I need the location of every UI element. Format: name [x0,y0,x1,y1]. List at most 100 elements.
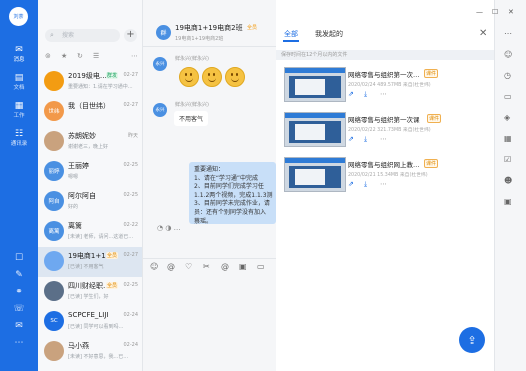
conversation-preview: [未读] 老师，请问...这道已… [68,234,134,240]
chat-icon: ✉ [15,45,23,55]
conversation-name: 王丽婷 [68,162,89,170]
file-thumbnail[interactable] [284,112,346,147]
download-icon[interactable]: ⤓ [364,90,367,99]
phone-icon[interactable]: ☏ [13,303,25,315]
sender-avatar[interactable]: 永兴 [153,57,167,71]
conversation-preview: 重要通知：1.请在学习通中... [68,84,133,90]
conversation-item[interactable]: 四川财经职… 全员 02-25 [已读] 学生们，好 [38,277,142,307]
conversation-item[interactable]: 离篱 离篱 02-22 [未读] 老师，请问...这道已… [38,217,142,247]
conversation-time: 昨天 [127,133,138,139]
conversation-list-panel: ⌕ 搜索 + ⊚ ★ ↻ ☰ ⋯ 2019级电… 群发 02-27 重要通知：1.请在… [38,0,143,371]
tab-mine[interactable]: 我发起的 [315,29,343,39]
conversation-preview: 好的 [68,204,79,210]
avatar: 阿自 [44,191,64,211]
announcement-icon[interactable]: ◈ [504,113,510,122]
file-item[interactable]: 网络零售与组织网上教… 课件 2020/02/21 15.34MB 来自(杜世纬) ⇗… [284,157,489,207]
folder-icon[interactable]: ▭ [504,92,512,101]
conversation-item[interactable]: 马小燕 02-24 [未读] 不好意思，我...已… [38,337,142,367]
smile-emoji-icon [179,67,199,87]
download-icon[interactable]: ⤓ [364,180,367,189]
chat-header: 群 19电商1+19电商2班 全员 19电商1+19电商2班 [143,0,276,47]
upload-button[interactable]: ⇪ [459,327,485,353]
work-icon: ▦ [14,101,24,111]
share-icon[interactable]: ⇗ [348,180,354,188]
user-avatar[interactable]: 刘茶 [9,7,28,26]
image-icon[interactable]: ▣ [239,262,247,271]
file-thumbnail[interactable] [284,67,346,102]
star-filter-icon[interactable]: ★ [61,52,67,60]
more-icon[interactable]: ⋯ [131,52,138,60]
conversation-time: 02-27 [123,72,138,78]
conversation-time: 02-25 [123,162,138,168]
mention-icon[interactable]: @ [167,262,175,271]
robot-icon[interactable]: ☻ [504,176,512,185]
folder-icon[interactable]: ▭ [257,262,265,271]
calendar-icon[interactable]: ▦ [504,134,512,143]
share-icon[interactable]: ⇗ [348,90,354,98]
file-tag: 课件 [427,114,442,123]
emoji-icon[interactable]: ☺ [150,262,158,271]
tab-all[interactable]: 全部 [283,29,299,42]
app-icon[interactable]: ▣ [504,197,512,206]
file-item[interactable]: 网络零售与组织第一次课 课件 2020/02/22 321.73MB 来自(杜世纬)… [284,112,489,162]
more-options-icon[interactable]: ⋯ [504,29,512,38]
conversation-item[interactable]: 丽婷 王丽婷 02-25 嗯嗯 [38,157,142,187]
scissors-icon[interactable]: ✂ [203,262,210,271]
left-nav-rail: 刘茶 ✉ 消息 ▤ 文档 ▦ 工作 ☷ 通讯录 ☐ ✎ ⚭ ☏ ✉ ⋯ [0,0,38,371]
message-sender: 鲜永兴(鲜永兴) [175,56,209,62]
more-icon[interactable]: ⋯ [380,90,387,98]
edit-icon[interactable]: ✎ [13,269,25,281]
history-icon[interactable]: ◷ [504,71,511,80]
more-icon[interactable]: ⋯ [13,337,25,349]
refresh-filter-icon[interactable]: ↻ [77,52,83,60]
conversation-item[interactable]: 世纬 我（目世纬） 02-27 [38,97,142,127]
add-member-icon[interactable]: ☺ [504,50,512,59]
nav-documents[interactable]: ▤ 文档 [0,73,38,91]
conversation-item[interactable]: 19电商1+1… 全员 02-27 [已读] 不用客气 [38,247,142,277]
add-button[interactable]: + [124,29,137,42]
nav-work[interactable]: ▦ 工作 [0,101,38,119]
download-icon[interactable]: ⤓ [364,135,367,144]
like-icon[interactable]: ♡ [185,262,192,271]
conversation-item[interactable]: 阿自 阿尔阿自 02-25 好的 [38,187,142,217]
more-icon[interactable]: ⋯ [380,180,387,188]
more-icon[interactable]: ⋯ [380,135,387,143]
file-title[interactable]: 网络零售与组织第一次课 [348,114,438,124]
notice-text: 重要通知： 1、请在“学习通”中完成 2、目前同学们完成学习任 1.1.2两个视频，完… [194,166,273,224]
notice-line: 2、目前同学们完成学习任 [194,183,264,191]
message-sender: 鲜永兴(鲜永兴) [175,102,209,108]
conversation-tag: 全员 [106,252,119,259]
conversation-name: 我（目世纬） [68,102,110,110]
at-filter-icon[interactable]: ⊚ [45,52,51,60]
avatar [44,131,64,151]
maximize-icon[interactable]: ☐ [492,8,498,16]
vote-icon[interactable]: ☑ [504,155,511,164]
conversation-item[interactable]: 2019级电… 群发 02-27 重要通知：1.请在学习通中... [38,67,142,97]
retention-notice: 保存时间在12个月以内的文件 [276,50,494,60]
file-item[interactable]: 网络零售与组织第一次… 课件 2020/02/24 489.57MB 来自(杜世纬)… [284,67,489,117]
nav-messages[interactable]: ✉ 消息 [0,45,38,63]
mail-icon[interactable]: ✉ [13,320,25,332]
list-filter-icon[interactable]: ☰ [93,52,99,60]
todo-icon[interactable]: ☐ [13,252,25,264]
file-meta: 2020/02/22 321.73MB 来自(杜世纬) [348,128,431,133]
conversation-time: 02-27 [123,252,138,258]
share-icon[interactable]: ⇗ [348,135,354,143]
nav-contacts[interactable]: ☷ 通讯录 [0,129,38,147]
search-input[interactable]: ⌕ 搜索 [45,29,120,42]
link-icon[interactable]: ⚭ [13,286,25,298]
chat-subtitle: 19电商1+19电商2班 [175,36,224,42]
group-avatar[interactable]: 群 [156,25,171,40]
avatar [44,281,64,301]
sender-avatar[interactable]: 永兴 [153,103,167,117]
at-icon[interactable]: @ [221,262,229,271]
window-close-icon[interactable]: ✕ [508,8,514,16]
filter-bar: ⊚ ★ ↻ ☰ ⋯ [42,52,140,64]
conversation-item[interactable]: 苏朗妮妙 昨天 谢谢老三，晚上好 [38,127,142,157]
minimize-icon[interactable]: — [476,8,483,16]
file-thumbnail[interactable] [284,157,346,192]
chat-title: 19电商1+19电商2班 [175,24,243,32]
right-toolbar: ⋯ ☺ ◷ ▭ ◈ ▦ ☑ ☻ ▣ [494,0,526,371]
conversation-item[interactable]: SC SCPCFE_LIJI 02-24 [已读] 同学可以看到吗… [38,307,142,337]
close-icon[interactable]: ✕ [479,28,487,39]
